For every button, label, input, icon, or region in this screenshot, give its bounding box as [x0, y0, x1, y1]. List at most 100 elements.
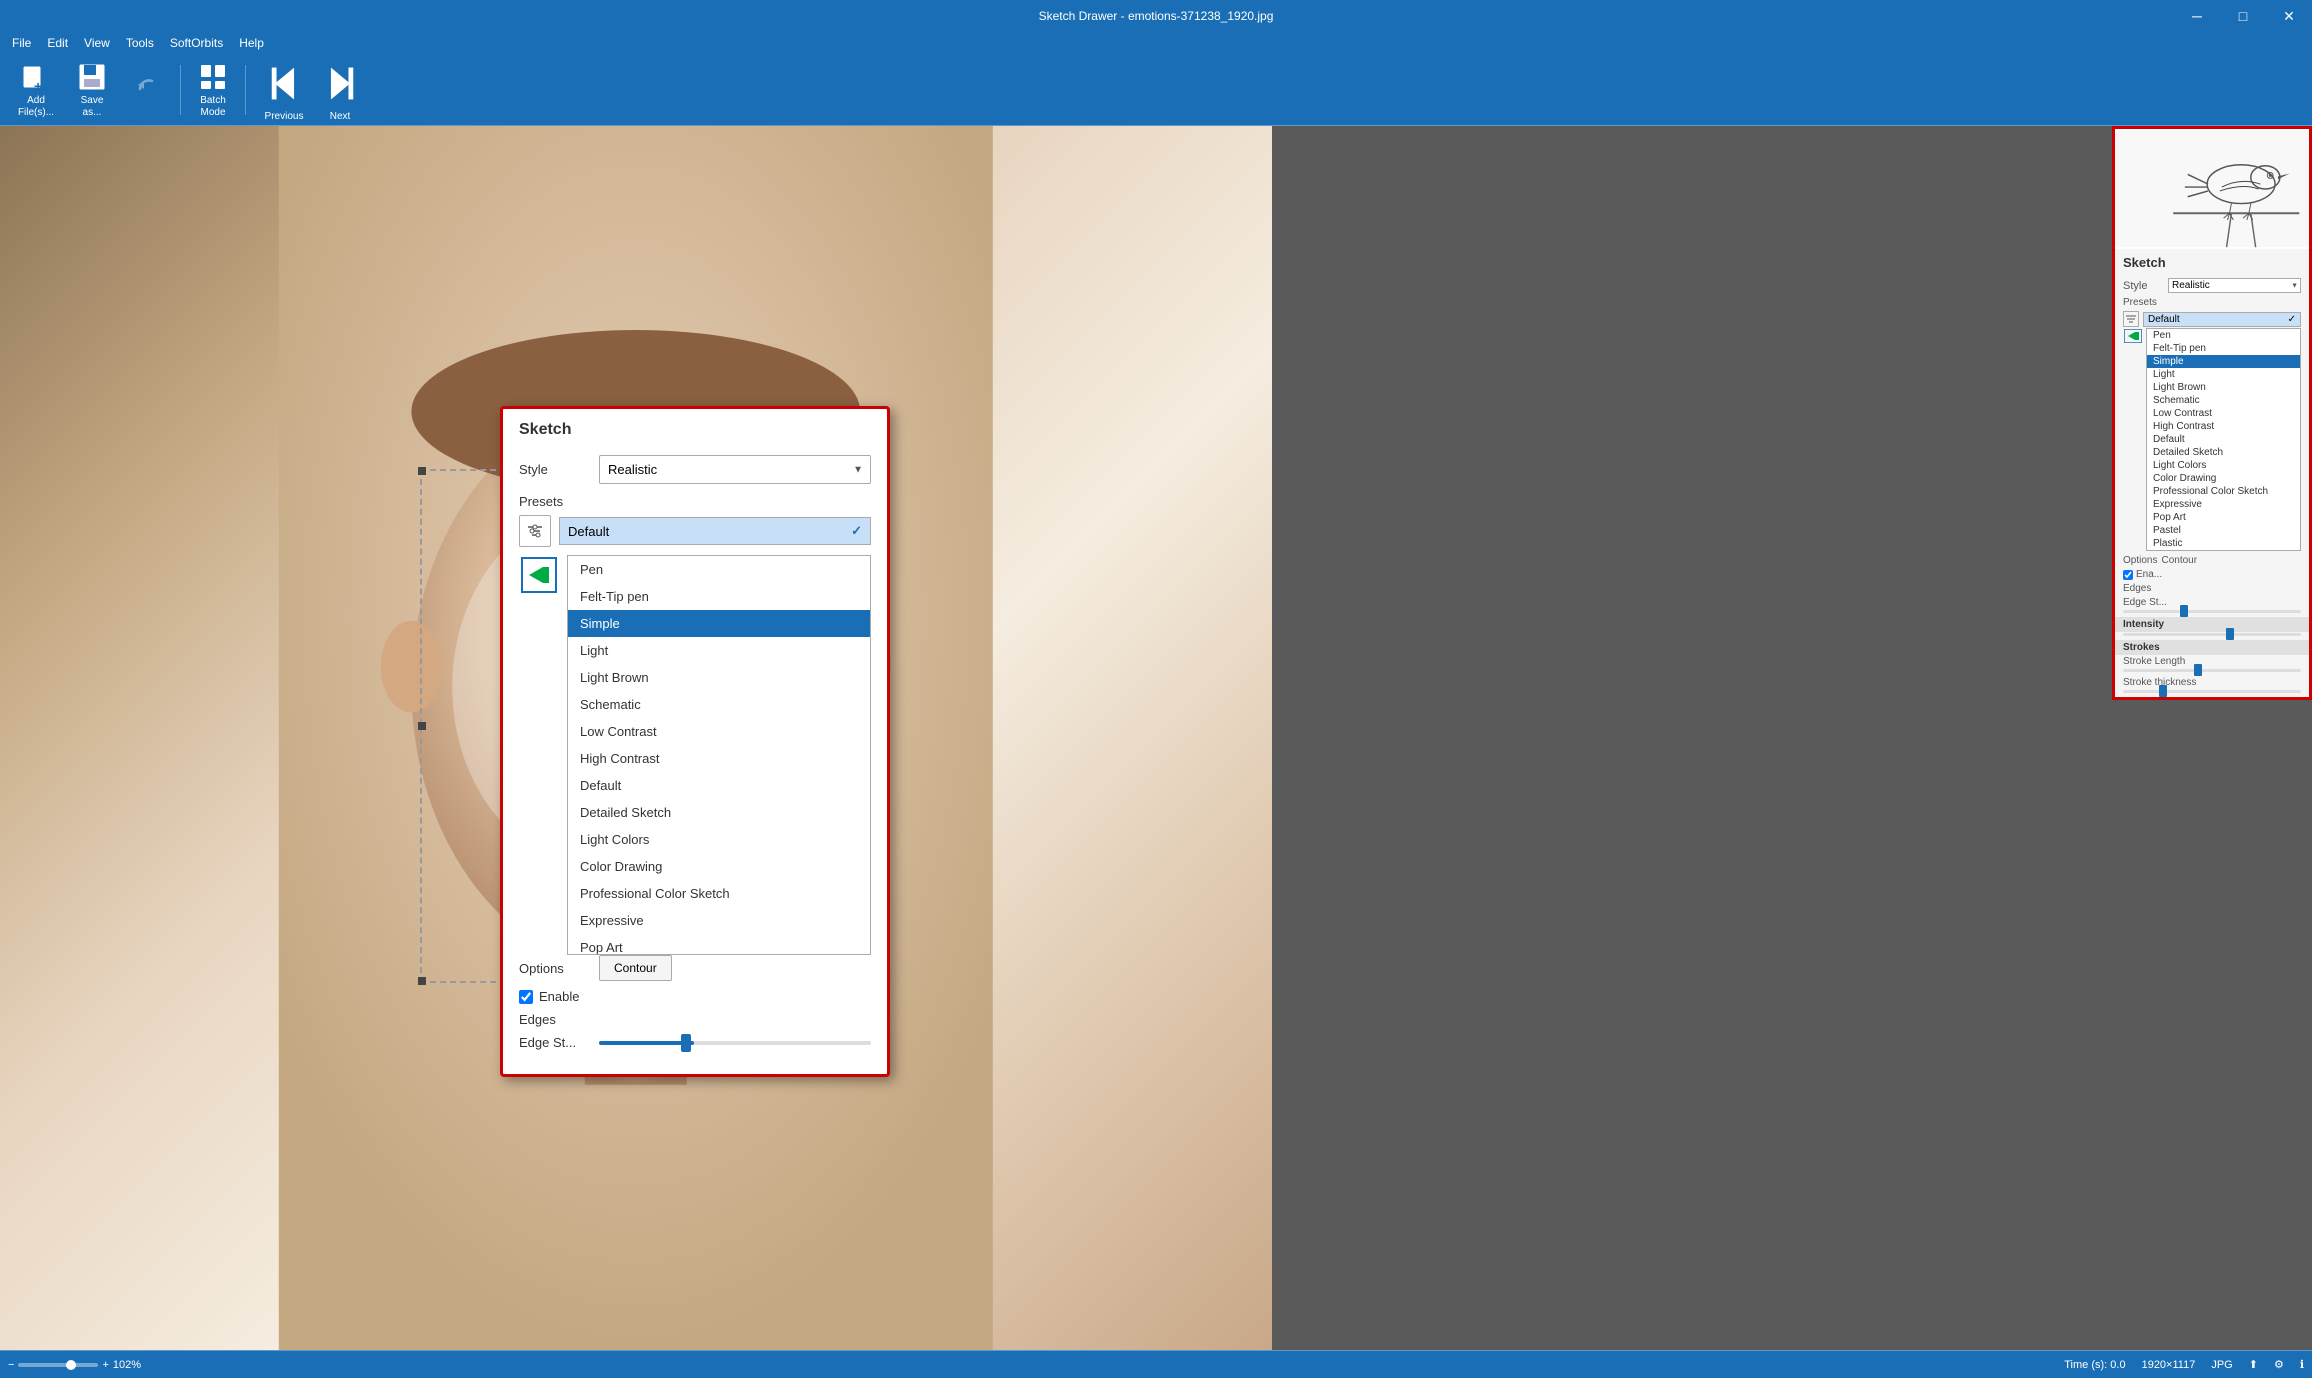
dialog-style-select[interactable]: Realistic: [599, 455, 871, 484]
small-style-select-wrap[interactable]: Realistic: [2168, 278, 2301, 293]
title-bar-controls: ─ □ ✕: [2174, 0, 2312, 32]
enable-checkbox[interactable]: [519, 990, 533, 1004]
dialog-edge-slider-thumb[interactable]: [681, 1034, 691, 1052]
small-filter-icon-svg: [2125, 313, 2137, 325]
small-strokes-header: Strokes: [2115, 640, 2309, 655]
small-item-plastic[interactable]: Plastic: [2147, 537, 2300, 550]
small-intensity-slider-thumb[interactable]: [2226, 628, 2234, 640]
small-preset-selected[interactable]: Default ✓: [2143, 312, 2301, 327]
svg-text:+: +: [34, 78, 42, 93]
canvas-area[interactable]: Sketch Style Realistic Presets: [0, 126, 2312, 1350]
save-as-label: Saveas...: [81, 95, 104, 119]
dropdown-item-simple[interactable]: Simple: [568, 610, 870, 637]
dropdown-item-high-contrast[interactable]: High Contrast: [568, 745, 870, 772]
small-item-pen[interactable]: Pen: [2147, 329, 2300, 342]
small-item-pop-art[interactable]: Pop Art: [2147, 511, 2300, 524]
small-item-default[interactable]: Default: [2147, 433, 2300, 446]
small-strokes-text: Strokes: [2123, 642, 2160, 653]
dropdown-item-schematic[interactable]: Schematic: [568, 691, 870, 718]
small-stroke-length-track[interactable]: [2123, 669, 2301, 672]
undo-btn[interactable]: [120, 58, 176, 122]
small-item-simple[interactable]: Simple: [2147, 355, 2300, 368]
maximize-btn[interactable]: □: [2220, 0, 2266, 32]
small-item-color-drawing[interactable]: Color Drawing: [2147, 472, 2300, 485]
small-style-select[interactable]: Realistic: [2168, 278, 2301, 293]
small-item-felt-tip[interactable]: Felt-Tip pen: [2147, 342, 2300, 355]
dialog-style-select-wrapper[interactable]: Realistic: [599, 455, 871, 484]
small-item-detailed-sketch[interactable]: Detailed Sketch: [2147, 446, 2300, 459]
dropdown-item-pop-art[interactable]: Pop Art: [568, 934, 870, 955]
status-right: Time (s): 0.0 1920×1117 JPG ⬆ ⚙ ℹ: [2064, 1358, 2304, 1371]
small-filter-icon[interactable]: [2123, 311, 2139, 327]
batch-mode-btn[interactable]: BatchMode: [185, 58, 241, 122]
minimize-btn[interactable]: ─: [2174, 0, 2220, 32]
menu-edit[interactable]: Edit: [39, 32, 76, 54]
dropdown-item-light-colors[interactable]: Light Colors: [568, 826, 870, 853]
dropdown-item-felt-tip[interactable]: Felt-Tip pen: [568, 583, 870, 610]
small-stroke-thickness-label: Stroke thickness: [2123, 677, 2301, 688]
dialog-preset-value: Default: [568, 524, 609, 539]
close-btn[interactable]: ✕: [2266, 0, 2312, 32]
menu-help[interactable]: Help: [231, 32, 272, 54]
bird-preview-svg: [2115, 129, 2309, 249]
dropdown-item-detailed-sketch[interactable]: Detailed Sketch: [568, 799, 870, 826]
small-item-pastel[interactable]: Pastel: [2147, 524, 2300, 537]
share-icon[interactable]: ⬆: [2249, 1358, 2258, 1371]
small-item-light-brown[interactable]: Light Brown: [2147, 381, 2300, 394]
dialog-style-label: Style: [519, 462, 599, 477]
add-files-icon: +: [20, 61, 52, 93]
small-enable-checkbox[interactable]: [2123, 570, 2133, 580]
add-files-btn[interactable]: + AddFile(s)...: [8, 58, 64, 122]
menu-softorbits[interactable]: SoftOrbits: [162, 32, 231, 54]
dialog-contour-btn[interactable]: Contour: [599, 955, 672, 981]
small-item-high-contrast[interactable]: High Contrast: [2147, 420, 2300, 433]
dropdown-item-pen[interactable]: Pen: [568, 556, 870, 583]
small-dropdown[interactable]: Pen Felt-Tip pen Simple Light Light Brow…: [2146, 328, 2301, 551]
small-edge-slider-track[interactable]: [2123, 610, 2301, 613]
menu-file[interactable]: File: [4, 32, 39, 54]
previous-btn[interactable]: Previous: [258, 58, 310, 122]
dialog-dropdown[interactable]: Pen Felt-Tip pen Simple Light Light Brow…: [567, 555, 871, 955]
dropdown-item-default[interactable]: Default: [568, 772, 870, 799]
small-presets-label: Presets: [2115, 295, 2309, 310]
resolution-display: 1920×1117: [2142, 1359, 2196, 1371]
dialog-style-row: Style Realistic: [519, 455, 871, 484]
toolbar: + AddFile(s)... Saveas... BatchMode: [0, 54, 2312, 126]
batch-mode-icon: [197, 61, 229, 93]
small-stroke-thickness-track[interactable]: [2123, 690, 2301, 693]
small-intensity-slider-row: [2115, 632, 2309, 640]
small-edge-slider-thumb[interactable]: [2180, 605, 2188, 617]
menu-view[interactable]: View: [76, 32, 118, 54]
title-bar: Sketch Drawer - emotions-371238_1920.jpg…: [0, 0, 2312, 32]
dialog-edge-slider-track[interactable]: [599, 1041, 871, 1045]
zoom-minus[interactable]: −: [8, 1359, 14, 1371]
settings-icon[interactable]: ⚙: [2274, 1358, 2284, 1371]
small-item-professional[interactable]: Professional Color Sketch: [2147, 485, 2300, 498]
dropdown-item-light[interactable]: Light: [568, 637, 870, 664]
dialog-checkmark: ✓: [851, 523, 862, 539]
menu-tools[interactable]: Tools: [118, 32, 162, 54]
save-as-btn[interactable]: Saveas...: [64, 58, 120, 122]
zoom-plus[interactable]: +: [102, 1359, 108, 1371]
dropdown-item-low-contrast[interactable]: Low Contrast: [568, 718, 870, 745]
small-stroke-thickness-thumb[interactable]: [2159, 685, 2167, 697]
dropdown-item-light-brown[interactable]: Light Brown: [568, 664, 870, 691]
small-style-label: Style: [2123, 280, 2168, 292]
small-intensity-slider-track[interactable]: [2123, 633, 2301, 636]
enable-label: Enable: [539, 989, 579, 1004]
zoom-slider[interactable]: [18, 1363, 98, 1367]
next-btn[interactable]: Next: [314, 58, 366, 122]
dialog-filter-icon[interactable]: [519, 515, 551, 547]
dropdown-item-color-drawing[interactable]: Color Drawing: [568, 853, 870, 880]
dropdown-item-professional-color[interactable]: Professional Color Sketch: [568, 880, 870, 907]
small-item-low-contrast[interactable]: Low Contrast: [2147, 407, 2300, 420]
small-item-light-colors[interactable]: Light Colors: [2147, 459, 2300, 472]
small-item-expressive[interactable]: Expressive: [2147, 498, 2300, 511]
dropdown-item-expressive[interactable]: Expressive: [568, 907, 870, 934]
zoom-thumb[interactable]: [66, 1360, 76, 1370]
small-item-light[interactable]: Light: [2147, 368, 2300, 381]
small-item-schematic[interactable]: Schematic: [2147, 394, 2300, 407]
info-icon[interactable]: ℹ: [2300, 1358, 2304, 1371]
dialog-preset-selected[interactable]: Default ✓: [559, 517, 871, 545]
small-stroke-length-thumb[interactable]: [2194, 664, 2202, 676]
